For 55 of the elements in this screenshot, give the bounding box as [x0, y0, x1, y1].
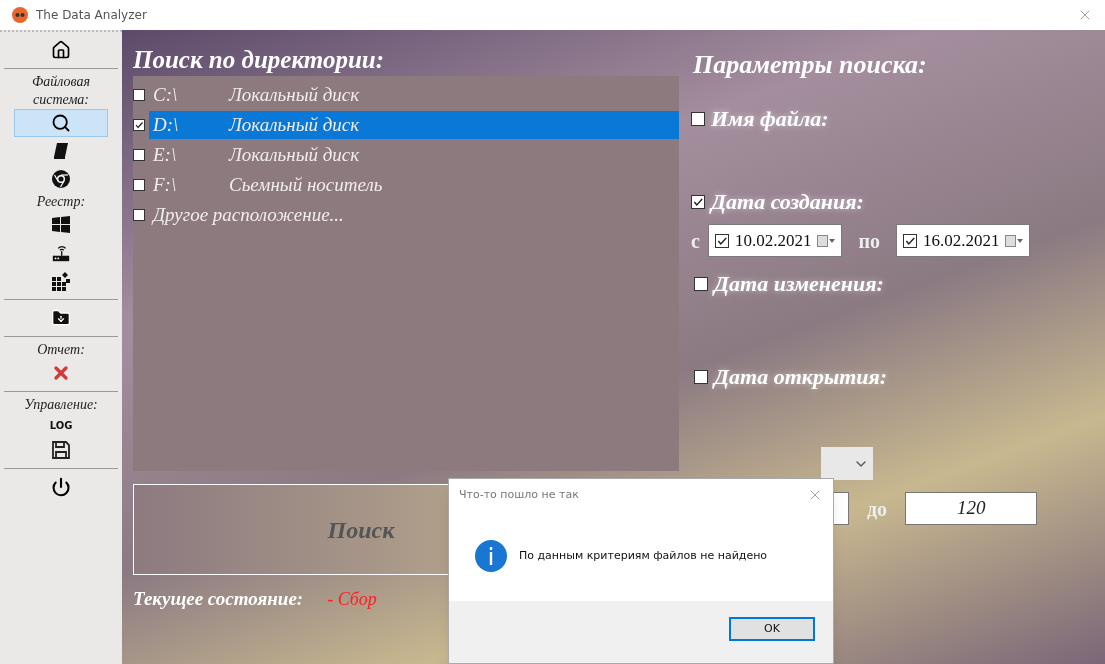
power-icon [51, 477, 71, 497]
checkbox[interactable] [133, 89, 145, 101]
parameters-title: Параметры поиска: [693, 49, 928, 81]
four-panes-icon [51, 215, 71, 235]
search-icon [51, 113, 71, 133]
sidebar-section-label: Файловая система: [31, 73, 91, 109]
input-field[interactable]: 120 [905, 492, 1038, 525]
calendar-dropdown-icon [1005, 234, 1024, 247]
checkbox[interactable] [133, 149, 145, 161]
checkbox[interactable] [694, 369, 708, 384]
checkbox[interactable] [902, 233, 917, 248]
directory-item[interactable]: C:\ Локальный диск [149, 81, 679, 109]
size-to-label: до [867, 496, 888, 522]
status-value: - Сбор [327, 587, 377, 611]
status-label: Текущее состояние: [133, 587, 304, 611]
parameter-label: Дата изменения: [714, 270, 884, 298]
parameter-label: Дата открытия: [714, 363, 888, 391]
browser-icon [51, 169, 71, 189]
calendar-dropdown-icon [817, 234, 836, 247]
directory-item[interactable]: E:\ Локальный диск [149, 141, 679, 169]
info-icon [475, 540, 507, 572]
directory-item[interactable]: D:\ Локальный диск [149, 111, 679, 139]
ok-button[interactable]: OK [729, 617, 815, 641]
parameter-label: Дата создания: [711, 188, 864, 216]
window-title: The Data Analyzer [36, 7, 147, 24]
date-picker[interactable]: 10.02.2021 [707, 224, 843, 257]
checkbox[interactable] [691, 111, 705, 126]
checkbox[interactable] [133, 209, 145, 221]
save-icon [51, 440, 71, 460]
checkbox[interactable] [133, 179, 145, 191]
app-logo-icon [12, 7, 28, 23]
to-label: по [858, 228, 880, 254]
dialog-title: Что-то пошло не так [459, 486, 580, 503]
date-value: 16.02.2021 [922, 229, 1000, 252]
directory-title: Поиск по директории: [133, 45, 385, 75]
from-label: с [691, 228, 700, 254]
close-report-icon [51, 363, 71, 383]
checkbox[interactable] [133, 119, 145, 131]
date-value: 10.02.2021 [734, 229, 812, 252]
checkbox[interactable] [691, 194, 705, 209]
parameter-label: Имя файла: [711, 105, 829, 133]
folder-download-icon [51, 308, 71, 328]
checkbox[interactable] [694, 276, 708, 291]
blocks-icon [51, 271, 71, 291]
sidebar-section-label: Управление: [23, 396, 99, 414]
router-icon [51, 243, 71, 263]
checkbox[interactable] [714, 233, 729, 248]
directory-item[interactable]: F:\ Сьемный носитель [149, 171, 679, 199]
log-button[interactable]: LOG [49, 414, 73, 436]
directory-item[interactable]: Другое расположение... [149, 201, 679, 229]
date-picker[interactable]: 16.02.2021 [895, 224, 1031, 257]
sidebar-button[interactable] [14, 109, 108, 137]
sidebar-section-label: Отчет: [36, 341, 86, 359]
sidebar-section-label: Реестр: [35, 193, 87, 211]
home-icon [51, 40, 71, 60]
